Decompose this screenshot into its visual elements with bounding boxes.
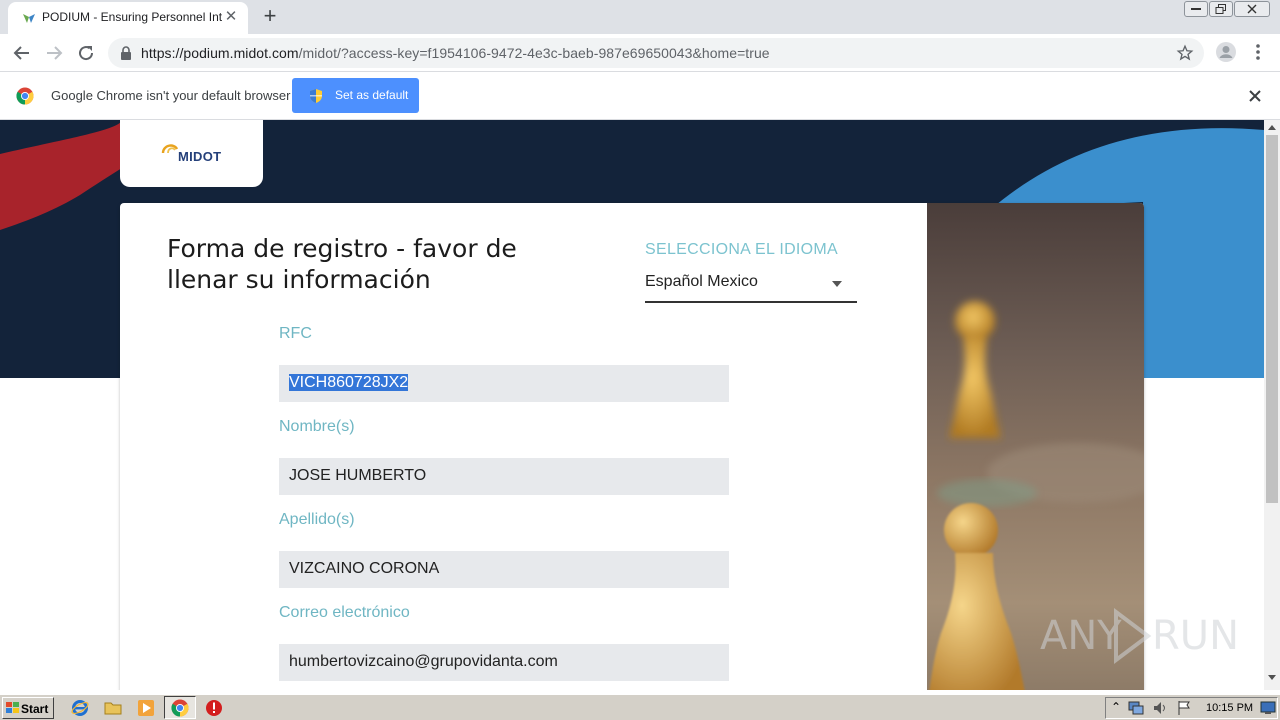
chrome-logo-icon [16, 87, 34, 105]
windows-taskbar: Start ⌃ 10:15 PM [0, 694, 1280, 720]
browser-tab[interactable]: PODIUM - Ensuring Personnel Integrity ✕ [8, 2, 248, 34]
correo-input[interactable]: humbertovizcaino@grupovidanta.com [279, 644, 729, 681]
rfc-label: RFC [279, 325, 312, 342]
language-select[interactable]: Español Mexico [645, 269, 857, 303]
close-icon [1247, 4, 1257, 14]
start-label: Start [21, 702, 49, 716]
dropdown-arrow-icon [832, 281, 842, 287]
windows-flag-icon [6, 702, 19, 713]
rfc-input-value: VICH860728JX2 [289, 374, 409, 391]
apellidos-input[interactable]: VIZCAINO CORONA [279, 551, 729, 588]
logo-card: MIDOT [120, 120, 263, 187]
show-desktop-icon[interactable] [1260, 701, 1276, 715]
more-menu-icon[interactable] [1250, 42, 1266, 62]
window-close-button[interactable] [1234, 1, 1270, 17]
url-path: /midot/?access-key=f1954106-9472-4e3c-ba… [298, 45, 770, 61]
internet-explorer-icon[interactable] [71, 699, 89, 717]
midot-logo-text: MIDOT [178, 149, 222, 164]
anyrun-watermark: ANY RUN [1040, 608, 1240, 668]
media-player-icon[interactable] [137, 699, 155, 717]
correo-label: Correo electrónico [279, 604, 410, 621]
registration-card: Forma de registro - favor de llenar su i… [120, 203, 1144, 690]
tab-strip: PODIUM - Ensuring Personnel Integrity ✕ … [0, 0, 1280, 34]
back-arrow-icon[interactable] [10, 41, 34, 65]
chrome-taskbar-icon [171, 699, 189, 717]
security-alert-icon[interactable] [205, 699, 223, 717]
play-triangle-icon [1114, 608, 1152, 664]
apellidos-input-value: VIZCAINO CORONA [289, 560, 440, 577]
url-host: https://podium.midot.com [141, 45, 299, 61]
tray-expand-icon[interactable]: ⌃ [1111, 700, 1121, 714]
profile-avatar-icon[interactable] [1215, 41, 1237, 63]
apellidos-label: Apellido(s) [279, 511, 355, 528]
url-text: https://podium.midot.com/midot/?access-k… [141, 45, 770, 61]
new-tab-button[interactable]: + [258, 5, 282, 29]
nombres-label: Nombre(s) [279, 418, 355, 435]
default-browser-infobar: Google Chrome isn't your default browser… [0, 72, 1280, 120]
nombres-input-value: JOSE HUMBERTO [289, 467, 427, 484]
watermark-text-left: ANY [1040, 613, 1122, 659]
file-explorer-icon[interactable] [104, 699, 122, 717]
infobar-message: Google Chrome isn't your default browser [51, 88, 291, 103]
forward-arrow-icon[interactable] [42, 41, 66, 65]
scroll-thumb[interactable] [1266, 135, 1278, 503]
scroll-up-arrow-icon[interactable] [1268, 125, 1276, 130]
set-as-default-label: Set as default [335, 88, 409, 102]
address-bar[interactable]: https://podium.midot.com/midot/?access-k… [108, 38, 1204, 68]
tab-close-icon[interactable]: ✕ [222, 8, 240, 26]
set-as-default-button[interactable]: Set as default [292, 78, 419, 113]
window-restore-button[interactable] [1209, 1, 1233, 17]
infobar-close-icon[interactable] [1247, 88, 1263, 104]
lock-icon [121, 46, 131, 60]
bookmark-star-icon[interactable] [1176, 44, 1194, 62]
taskbar-chrome-button[interactable] [164, 696, 196, 719]
page-scrollbar[interactable] [1264, 120, 1280, 690]
shield-icon [310, 89, 322, 103]
system-tray: ⌃ 10:15 PM [1105, 697, 1278, 719]
minimize-icon [1191, 8, 1201, 10]
taskbar-clock: 10:15 PM [1206, 702, 1254, 714]
volume-icon[interactable] [1152, 700, 1168, 716]
action-center-flag-icon[interactable] [1176, 700, 1192, 716]
rfc-input[interactable]: VICH860728JX2 [279, 365, 729, 402]
scroll-down-arrow-icon[interactable] [1268, 675, 1276, 680]
reload-icon[interactable] [74, 41, 98, 65]
tab-title: PODIUM - Ensuring Personnel Integrity [42, 10, 222, 24]
correo-input-value: humbertovizcaino@grupovidanta.com [289, 653, 558, 670]
restore-icon [1215, 4, 1226, 14]
window-minimize-button[interactable] [1184, 1, 1208, 17]
watermark-text-right: RUN [1152, 613, 1239, 659]
page-viewport: MIDOT Forma de registro - favor de llena… [0, 120, 1264, 690]
start-button[interactable]: Start [2, 697, 54, 719]
network-icon[interactable] [1128, 700, 1144, 716]
browser-toolbar: https://podium.midot.com/midot/?access-k… [0, 34, 1280, 72]
language-selected-value: Español Mexico [645, 273, 758, 290]
podium-favicon-icon [23, 14, 35, 23]
nombres-input[interactable]: JOSE HUMBERTO [279, 458, 729, 495]
page-title: Forma de registro - favor de llenar su i… [167, 234, 517, 294]
language-label: SELECCIONA EL IDIOMA [645, 241, 839, 258]
